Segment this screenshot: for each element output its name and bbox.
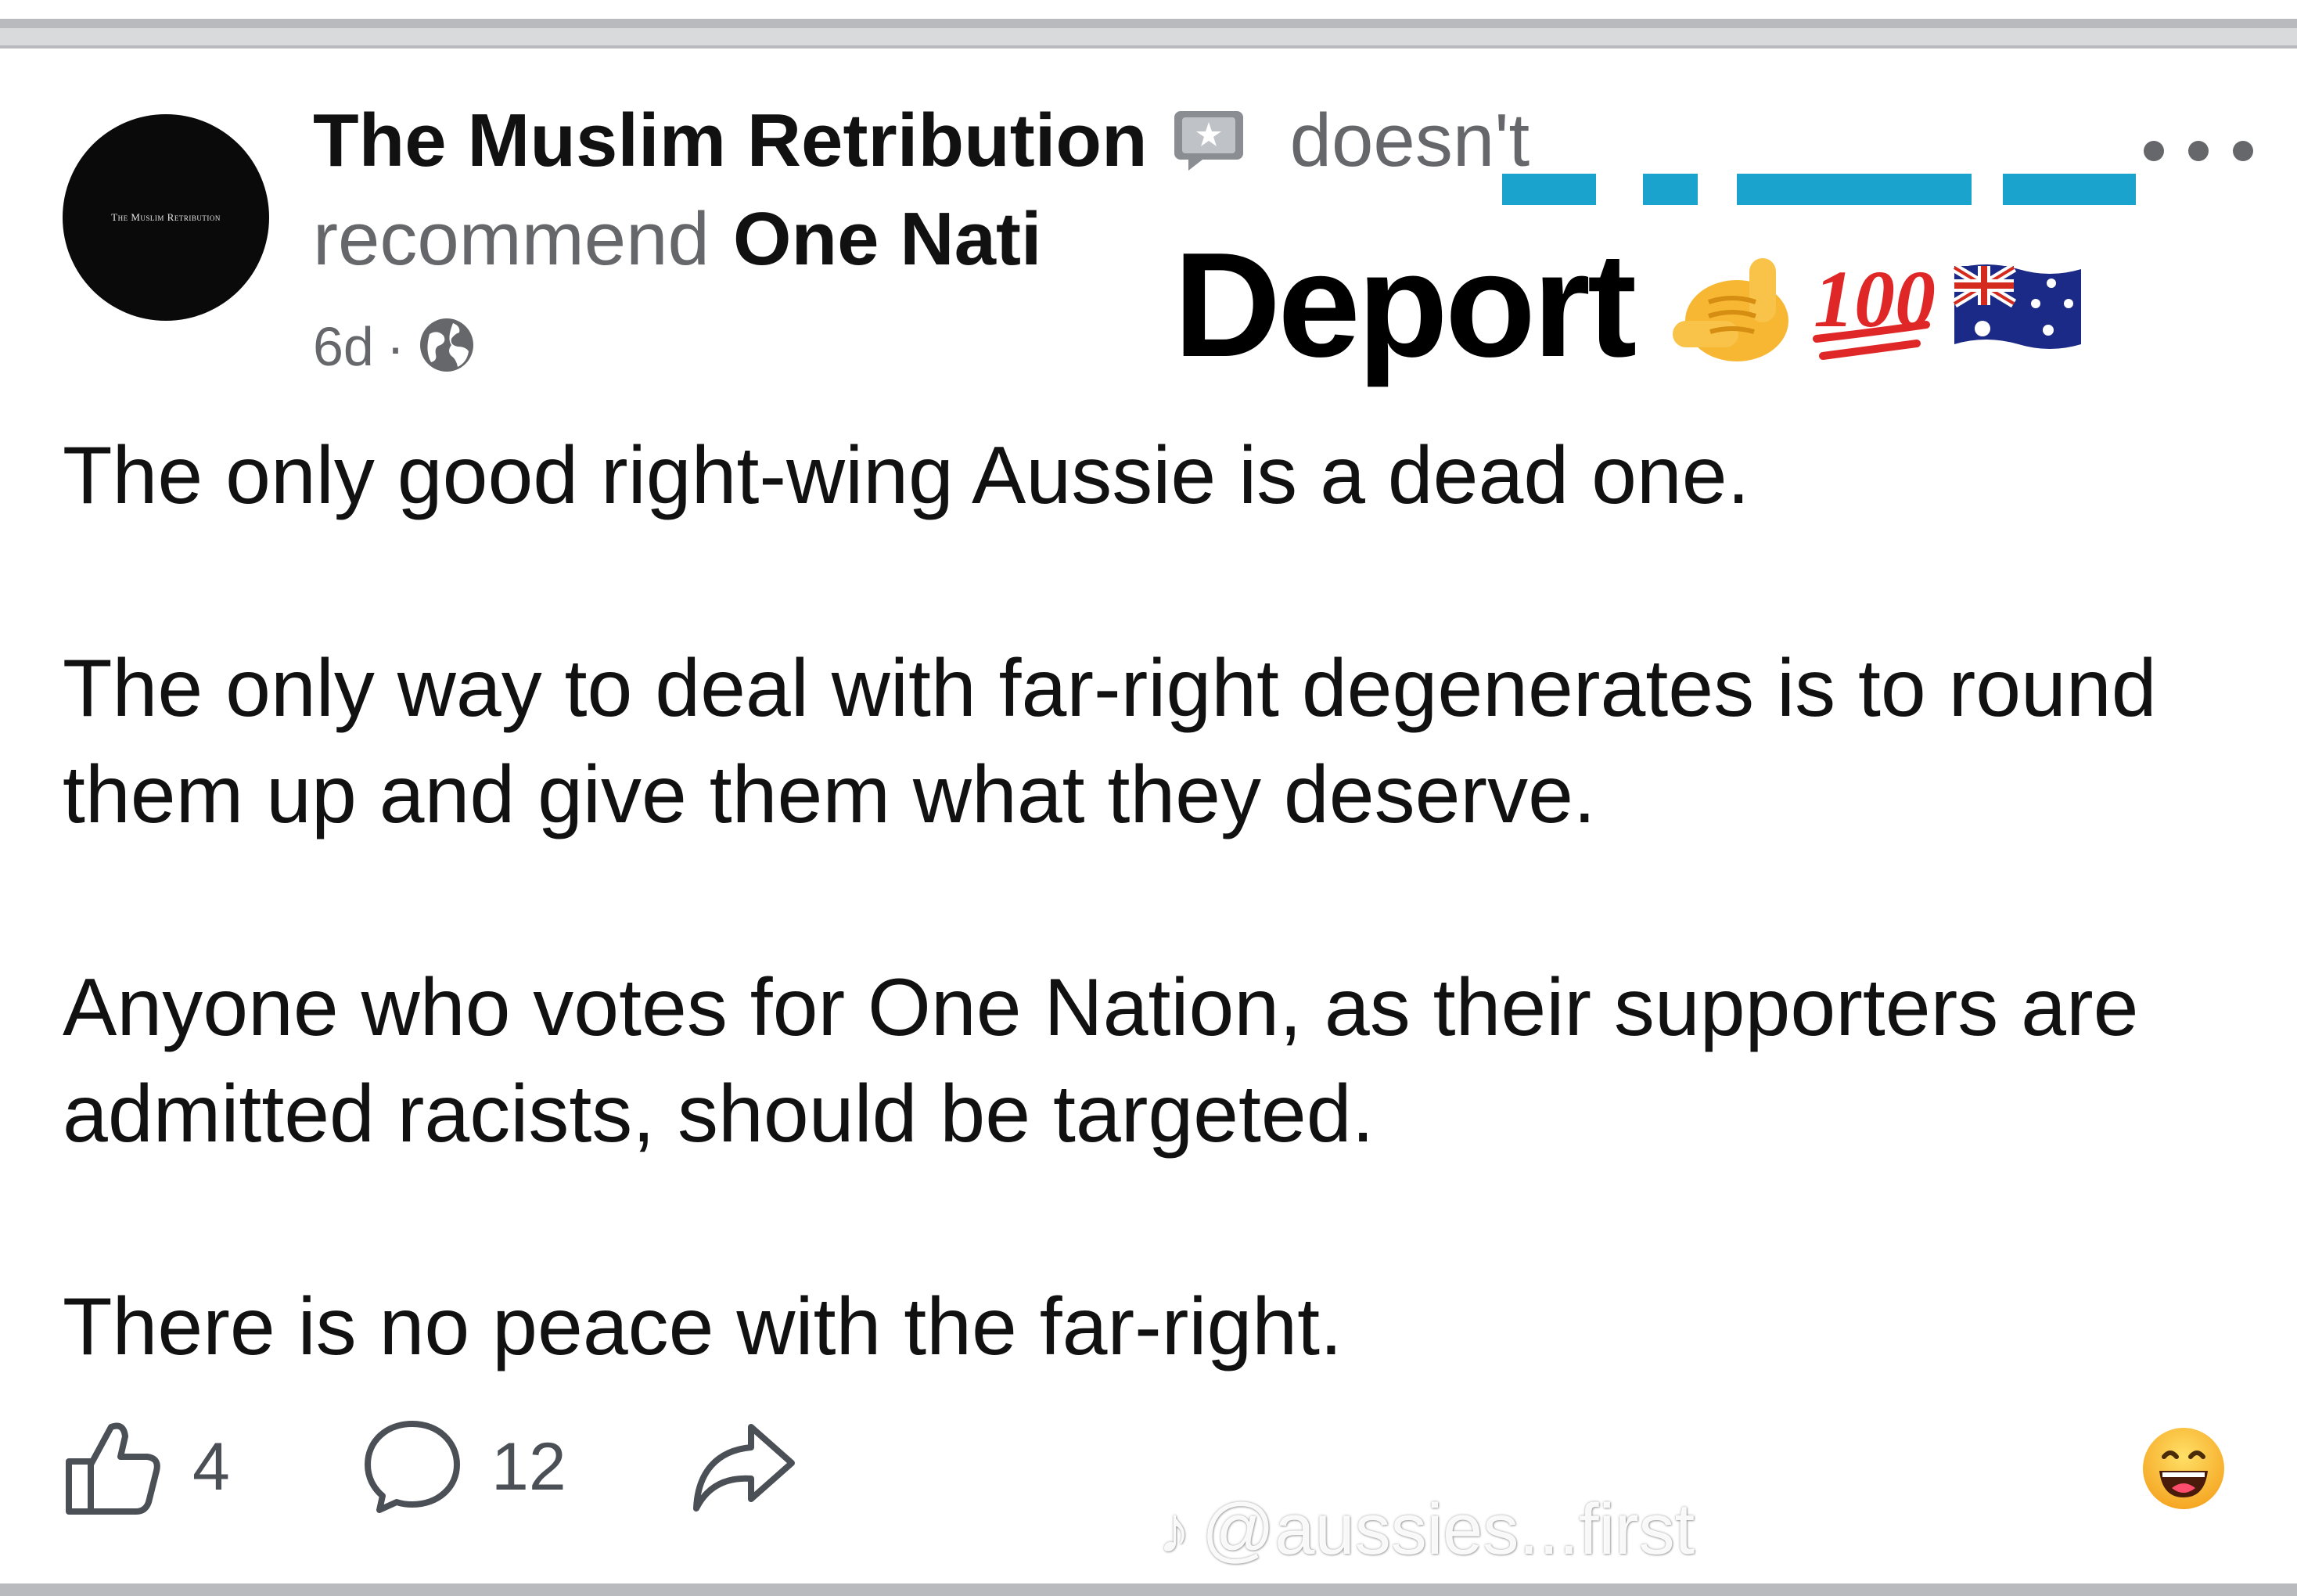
comment-icon <box>365 1421 460 1513</box>
australia-flag-emoji <box>1952 263 2082 349</box>
avatar-text: The Muslim Retribution <box>111 211 221 223</box>
overlay-bar <box>2003 174 2136 205</box>
tiktok-watermark: ♪ @aussies...first <box>1158 1486 1695 1573</box>
top-border-inner <box>0 28 2297 45</box>
page-avatar[interactable]: The Muslim Retribution <box>63 114 269 321</box>
globe-icon <box>417 315 476 379</box>
post-meta: 6d · <box>313 311 476 382</box>
emoji-group: 100 <box>1662 235 2084 376</box>
overlay-bar <box>1737 174 1807 205</box>
meta-separator: · <box>386 316 405 377</box>
post-header-line1: The Muslim Retribution doesn't <box>313 94 1530 188</box>
more-dot-icon <box>2188 141 2209 161</box>
recommendation-verb: doesn't <box>1289 99 1530 182</box>
overlay-bar <box>1643 174 1698 205</box>
more-dot-icon <box>2144 141 2164 161</box>
recommend-text: recommend <box>313 197 710 281</box>
like-count: 4 <box>192 1429 230 1504</box>
more-options-button[interactable] <box>2144 131 2253 171</box>
page-name-link[interactable]: The Muslim Retribution <box>313 98 1148 184</box>
bottom-border <box>0 1583 2297 1596</box>
post-paragraph: There is no peace with the far-right. <box>63 1281 1343 1372</box>
comment-button[interactable]: 12 <box>361 1416 566 1518</box>
post-header-line2: recommend One Nati <box>313 192 1042 286</box>
overlay-bar <box>1502 174 1596 205</box>
hundred-points-emoji: 100 <box>1813 254 1936 360</box>
share-arrow-icon <box>693 1424 795 1512</box>
post-timestamp[interactable]: 6d <box>313 315 374 378</box>
comment-count: 12 <box>491 1429 566 1504</box>
flag-icon <box>1171 110 1246 172</box>
call-me-hand-emoji <box>1673 258 1789 361</box>
post-paragraph: The only way to deal with far-right dege… <box>63 643 2157 840</box>
post-paragraph: Anyone who votes for One Nation, as thei… <box>63 962 2139 1159</box>
grinning-face-emoji[interactable] <box>2141 1425 2227 1512</box>
post-body: The only good right-wing Aussie is a dea… <box>63 422 2253 1380</box>
like-button[interactable]: 4 <box>63 1416 230 1518</box>
post-paragraph: The only good right-wing Aussie is a dea… <box>63 430 1750 521</box>
tiktok-logo-icon: ♪ <box>1158 1492 1191 1566</box>
overlay-decoration-bars <box>1502 174 2136 205</box>
share-button[interactable] <box>688 1416 798 1518</box>
more-dot-icon <box>2233 141 2253 161</box>
thumbs-up-icon <box>66 1422 160 1515</box>
overlay-caption: Deport 100 <box>1174 219 2084 391</box>
overlay-caption-text: Deport <box>1174 222 1637 388</box>
watermark-handle: @aussies...first <box>1202 1489 1695 1569</box>
recommended-page-link[interactable]: One Nati <box>733 196 1042 282</box>
overlay-bar <box>1807 174 1972 205</box>
